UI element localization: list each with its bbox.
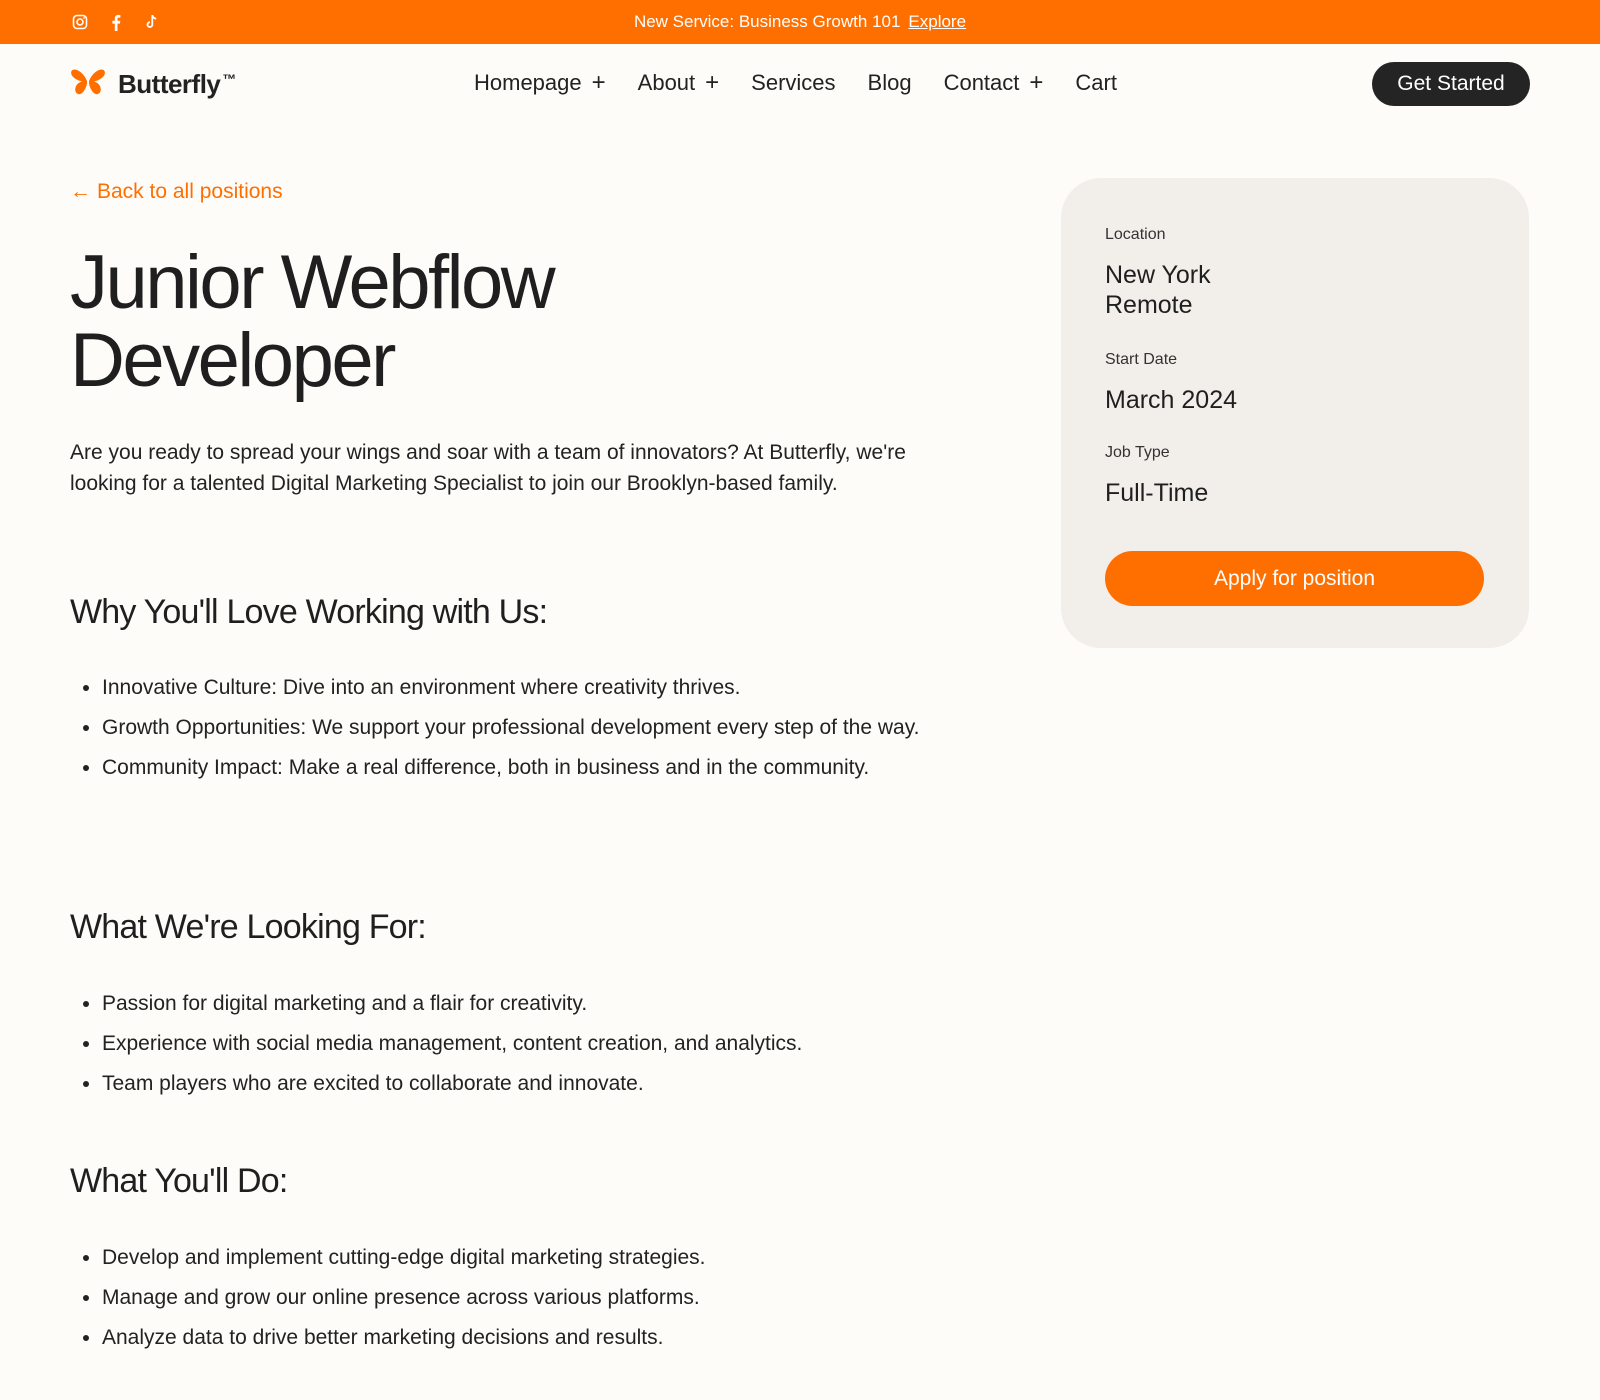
location-label: Location <box>1105 226 1166 243</box>
nav-item-label: Contact <box>943 70 1020 95</box>
list-item: Team players who are excited to collabor… <box>102 1068 922 1099</box>
start-date-label: Start Date <box>1105 351 1178 368</box>
trademark: ™ <box>222 71 236 87</box>
nav-item-blog[interactable]: Blog <box>868 70 912 96</box>
intro-paragraph: Are you ready to spread your wings and s… <box>70 441 906 495</box>
brand-logo[interactable]: Butterfly ™ <box>70 68 236 101</box>
announcement: New Service: Business Growth 101 Explore <box>0 12 1600 32</box>
back-to-positions-link[interactable]: ← Back to all positions <box>70 180 283 204</box>
get-started-button[interactable]: Get Started <box>1372 62 1530 106</box>
apply-button[interactable]: Apply for position <box>1105 551 1484 606</box>
list-item: Experience with social media management,… <box>102 1028 922 1059</box>
list-item: Manage and grow our online presence acro… <box>102 1282 922 1313</box>
list-item: Community Impact: Make a real difference… <box>102 752 922 783</box>
start-date-value: March 2024 <box>1105 386 1238 414</box>
nav-item-services[interactable]: Services <box>751 70 835 96</box>
list-item: Innovative Culture: Dive into an environ… <box>102 672 922 703</box>
brand-name: Butterfly ™ <box>118 69 236 100</box>
announcement-bar: New Service: Business Growth 101 Explore <box>0 0 1600 44</box>
nav-item-label: About <box>637 70 696 95</box>
butterfly-icon <box>70 68 106 101</box>
arrow-left-icon: ← <box>70 180 91 203</box>
main-nav: Homepage + About + Services Blog Contact… <box>474 70 1117 96</box>
nav-item-contact[interactable]: Contact + <box>944 70 1044 96</box>
requirements-list: Passion for digital marketing and a flai… <box>102 988 922 1108</box>
nav-item-label: Cart <box>1075 70 1117 95</box>
nav-item-label: Homepage <box>474 70 582 95</box>
section-title: Why You'll Love Working with Us: <box>70 593 548 631</box>
plus-icon: + <box>1029 69 1044 96</box>
job-type-value: Full-Time <box>1105 479 1209 507</box>
explore-link[interactable]: Explore <box>908 12 966 31</box>
responsibilities-list: Develop and implement cutting-edge digit… <box>102 1242 922 1362</box>
nav-item-about[interactable]: About + <box>638 70 720 96</box>
brand-text: Butterfly <box>118 69 221 99</box>
location-value: New York <box>1105 261 1211 289</box>
page-title: Junior Webflow Developer <box>70 240 556 403</box>
nav-item-label: Services <box>751 70 836 95</box>
list-item: Analyze data to drive better marketing d… <box>102 1322 922 1353</box>
location-value: Remote <box>1105 291 1193 319</box>
nav-item-label: Blog <box>867 70 912 95</box>
site-header: Butterfly ™ Homepage + About + Services B… <box>0 44 1600 126</box>
benefits-list: Innovative Culture: Dive into an environ… <box>102 672 922 792</box>
nav-item-homepage[interactable]: Homepage + <box>474 70 606 96</box>
back-link-label: Back to all positions <box>97 180 283 203</box>
list-item: Develop and implement cutting-edge digit… <box>102 1242 922 1273</box>
list-item: Passion for digital marketing and a flai… <box>102 988 922 1019</box>
plus-icon: + <box>591 69 606 96</box>
list-item: Growth Opportunities: We support your pr… <box>102 712 922 743</box>
job-details-card: Location New York Remote Start Date Marc… <box>1061 178 1529 648</box>
job-type-label: Job Type <box>1105 444 1170 461</box>
announcement-text: New Service: Business Growth 101 <box>633 12 901 31</box>
nav-item-cart[interactable]: Cart <box>1075 70 1117 96</box>
section-title: What You'll Do: <box>70 1162 288 1200</box>
section-title: What We're Looking For: <box>70 908 427 946</box>
plus-icon: + <box>705 69 720 96</box>
